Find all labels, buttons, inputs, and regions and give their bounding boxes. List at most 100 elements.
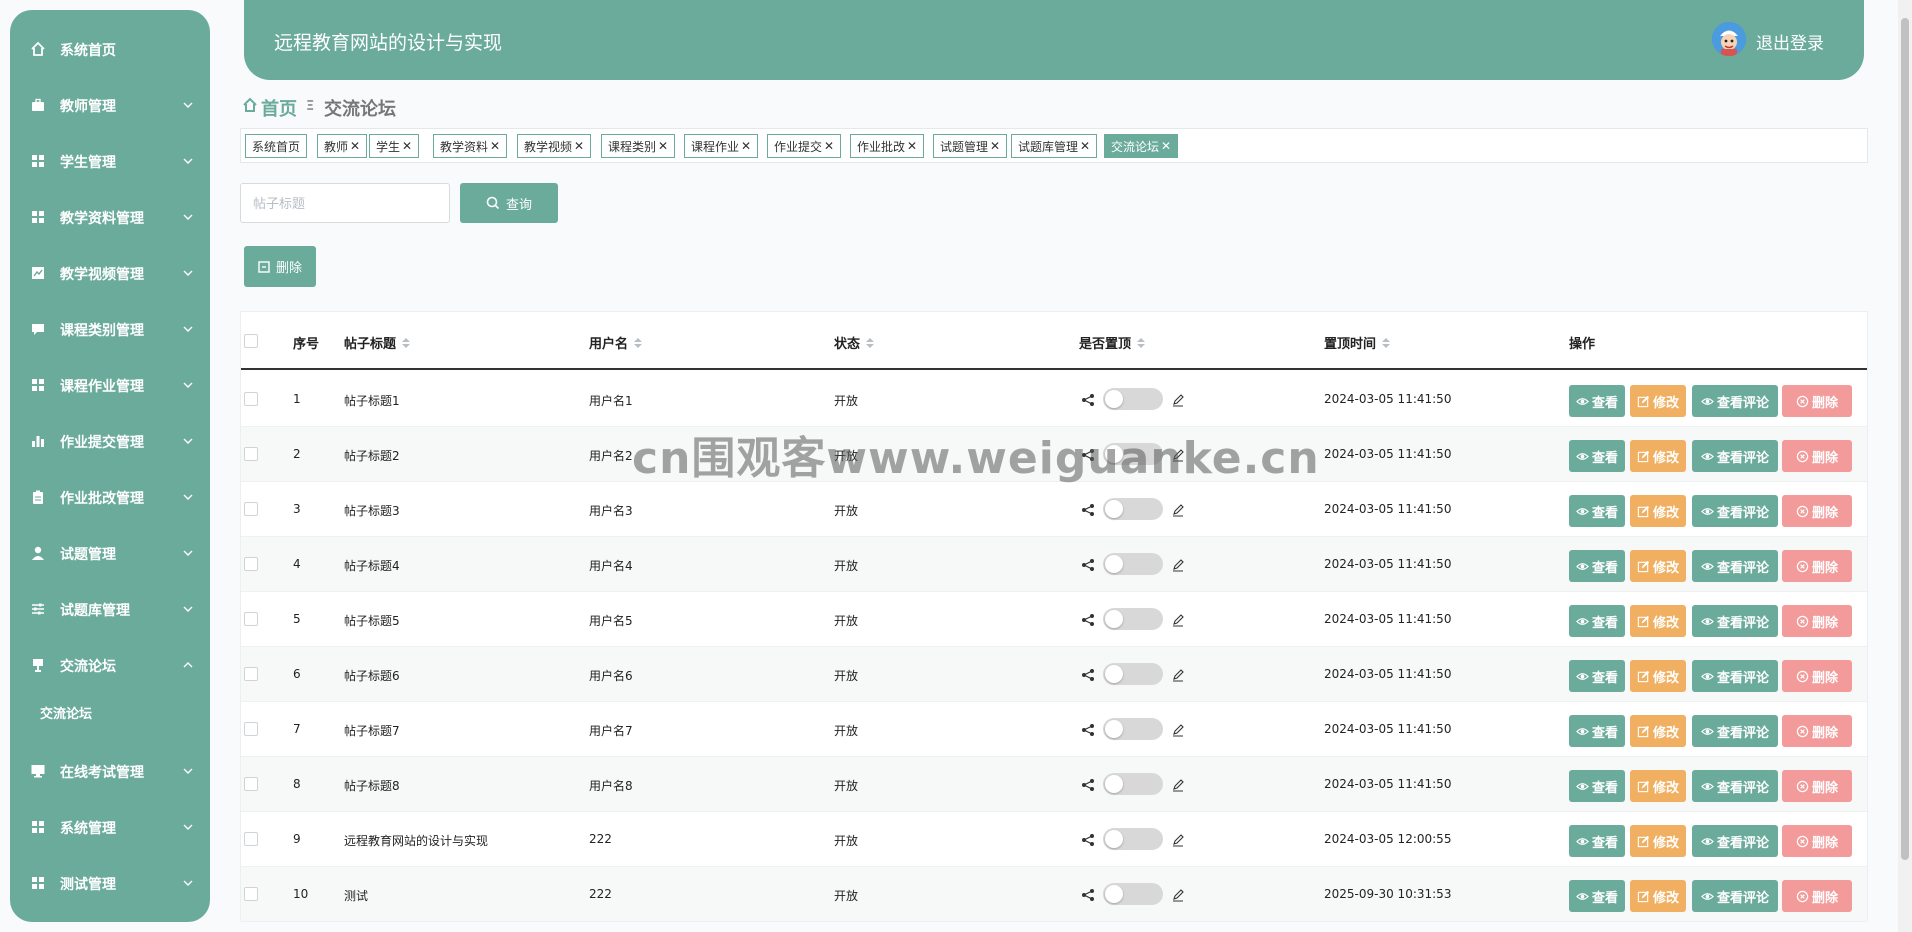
edit-button[interactable]: 修改	[1630, 660, 1686, 692]
view-comments-button[interactable]: 查看评论	[1692, 550, 1778, 582]
view-comments-button[interactable]: 查看评论	[1692, 385, 1778, 417]
delete-button[interactable]: 删除	[1782, 770, 1852, 802]
tab-10[interactable]: 试题库管理 ✕	[1011, 134, 1098, 158]
view-comments-button[interactable]: 查看评论	[1692, 825, 1778, 857]
sort-icon[interactable]	[866, 337, 875, 348]
header-status[interactable]: 状态	[834, 333, 875, 352]
close-icon[interactable]: ✕	[350, 139, 360, 153]
view-comments-button[interactable]: 查看评论	[1692, 715, 1778, 747]
share-icon[interactable]	[1081, 778, 1095, 792]
view-comments-button[interactable]: 查看评论	[1692, 880, 1778, 912]
sidebar-item-3[interactable]: 教学资料管理	[10, 197, 210, 237]
avatar[interactable]	[1712, 22, 1746, 56]
pin-toggle[interactable]	[1103, 553, 1163, 575]
view-button[interactable]: 查看	[1569, 880, 1625, 912]
tab-7[interactable]: 作业提交 ✕	[767, 134, 842, 158]
edit-button[interactable]: 修改	[1630, 880, 1686, 912]
view-button[interactable]: 查看	[1569, 605, 1625, 637]
edit-button[interactable]: 修改	[1630, 440, 1686, 472]
delete-button[interactable]: 删除	[1782, 385, 1852, 417]
sidebar-item-6[interactable]: 课程作业管理	[10, 365, 210, 405]
pencil-icon[interactable]	[1171, 778, 1185, 792]
share-icon[interactable]	[1081, 613, 1095, 627]
delete-button[interactable]: 删除	[1782, 605, 1852, 637]
close-icon[interactable]: ✕	[402, 139, 412, 153]
batch-delete-button[interactable]: 删除	[244, 246, 316, 287]
delete-button[interactable]: 删除	[1782, 660, 1852, 692]
header-user[interactable]: 用户名	[589, 333, 643, 352]
close-icon[interactable]: ✕	[741, 139, 751, 153]
pin-toggle[interactable]	[1103, 828, 1163, 850]
view-comments-button[interactable]: 查看评论	[1692, 440, 1778, 472]
edit-button[interactable]: 修改	[1630, 385, 1686, 417]
pin-toggle[interactable]	[1103, 443, 1163, 465]
header-title[interactable]: 帖子标题	[344, 333, 411, 352]
close-icon[interactable]: ✕	[907, 139, 917, 153]
edit-button[interactable]: 修改	[1630, 495, 1686, 527]
header-pin-time[interactable]: 置顶时间	[1324, 333, 1391, 352]
header-pinned[interactable]: 是否置顶	[1079, 333, 1146, 352]
edit-button[interactable]: 修改	[1630, 550, 1686, 582]
tab-8[interactable]: 作业批改 ✕	[850, 134, 925, 158]
row-checkbox[interactable]	[244, 447, 258, 461]
share-icon[interactable]	[1081, 668, 1095, 682]
search-input[interactable]	[240, 183, 450, 223]
close-icon[interactable]: ✕	[490, 139, 500, 153]
tab-9[interactable]: 试题管理 ✕	[933, 134, 1008, 158]
tab-1[interactable]: 教师 ✕	[317, 134, 368, 158]
pencil-icon[interactable]	[1171, 888, 1185, 902]
pin-toggle[interactable]	[1103, 883, 1163, 905]
view-button[interactable]: 查看	[1569, 715, 1625, 747]
close-icon[interactable]: ✕	[658, 139, 668, 153]
pencil-icon[interactable]	[1171, 448, 1185, 462]
row-checkbox[interactable]	[244, 722, 258, 736]
delete-button[interactable]: 删除	[1782, 550, 1852, 582]
row-checkbox[interactable]	[244, 557, 258, 571]
sidebar-item-1[interactable]: 教师管理	[10, 85, 210, 125]
pencil-icon[interactable]	[1171, 833, 1185, 847]
tab-3[interactable]: 教学资料 ✕	[433, 134, 508, 158]
share-icon[interactable]	[1081, 888, 1095, 902]
row-checkbox[interactable]	[244, 502, 258, 516]
view-comments-button[interactable]: 查看评论	[1692, 605, 1778, 637]
sidebar-item-11[interactable]: 交流论坛	[10, 645, 210, 685]
sidebar-item-2[interactable]: 学生管理	[10, 141, 210, 181]
sidebar-item-5[interactable]: 课程类别管理	[10, 309, 210, 349]
view-button[interactable]: 查看	[1569, 770, 1625, 802]
view-button[interactable]: 查看	[1569, 440, 1625, 472]
tab-11[interactable]: 交流论坛 ✕	[1104, 134, 1179, 158]
row-checkbox[interactable]	[244, 667, 258, 681]
edit-button[interactable]: 修改	[1630, 825, 1686, 857]
share-icon[interactable]	[1081, 503, 1095, 517]
tab-5[interactable]: 课程类别 ✕	[601, 134, 676, 158]
edit-button[interactable]: 修改	[1630, 715, 1686, 747]
sort-icon[interactable]	[1137, 337, 1146, 348]
close-icon[interactable]: ✕	[1080, 139, 1090, 153]
row-checkbox[interactable]	[244, 777, 258, 791]
sidebar-item-13[interactable]: 系统管理	[10, 807, 210, 847]
vertical-scrollbar[interactable]	[1898, 0, 1912, 932]
home-icon[interactable]	[242, 97, 258, 113]
view-button[interactable]: 查看	[1569, 385, 1625, 417]
row-checkbox[interactable]	[244, 392, 258, 406]
sort-icon[interactable]	[402, 337, 411, 348]
tab-2[interactable]: 学生 ✕	[369, 134, 420, 158]
query-button[interactable]: 查询	[460, 183, 558, 223]
view-button[interactable]: 查看	[1569, 495, 1625, 527]
edit-button[interactable]: 修改	[1630, 605, 1686, 637]
row-checkbox[interactable]	[244, 887, 258, 901]
pin-toggle[interactable]	[1103, 608, 1163, 630]
close-icon[interactable]: ✕	[824, 139, 834, 153]
sidebar-item-7[interactable]: 作业提交管理	[10, 421, 210, 461]
pencil-icon[interactable]	[1171, 723, 1185, 737]
view-button[interactable]: 查看	[1569, 660, 1625, 692]
pin-toggle[interactable]	[1103, 718, 1163, 740]
sidebar-item-8[interactable]: 作业批改管理	[10, 477, 210, 517]
sidebar-item-4[interactable]: 教学视频管理	[10, 253, 210, 293]
sidebar-item-14[interactable]: 测试管理	[10, 863, 210, 903]
view-comments-button[interactable]: 查看评论	[1692, 660, 1778, 692]
pin-toggle[interactable]	[1103, 663, 1163, 685]
row-checkbox[interactable]	[244, 832, 258, 846]
sidebar-subitem-forum[interactable]: 交流论坛	[40, 703, 92, 722]
tab-6[interactable]: 课程作业 ✕	[684, 134, 759, 158]
